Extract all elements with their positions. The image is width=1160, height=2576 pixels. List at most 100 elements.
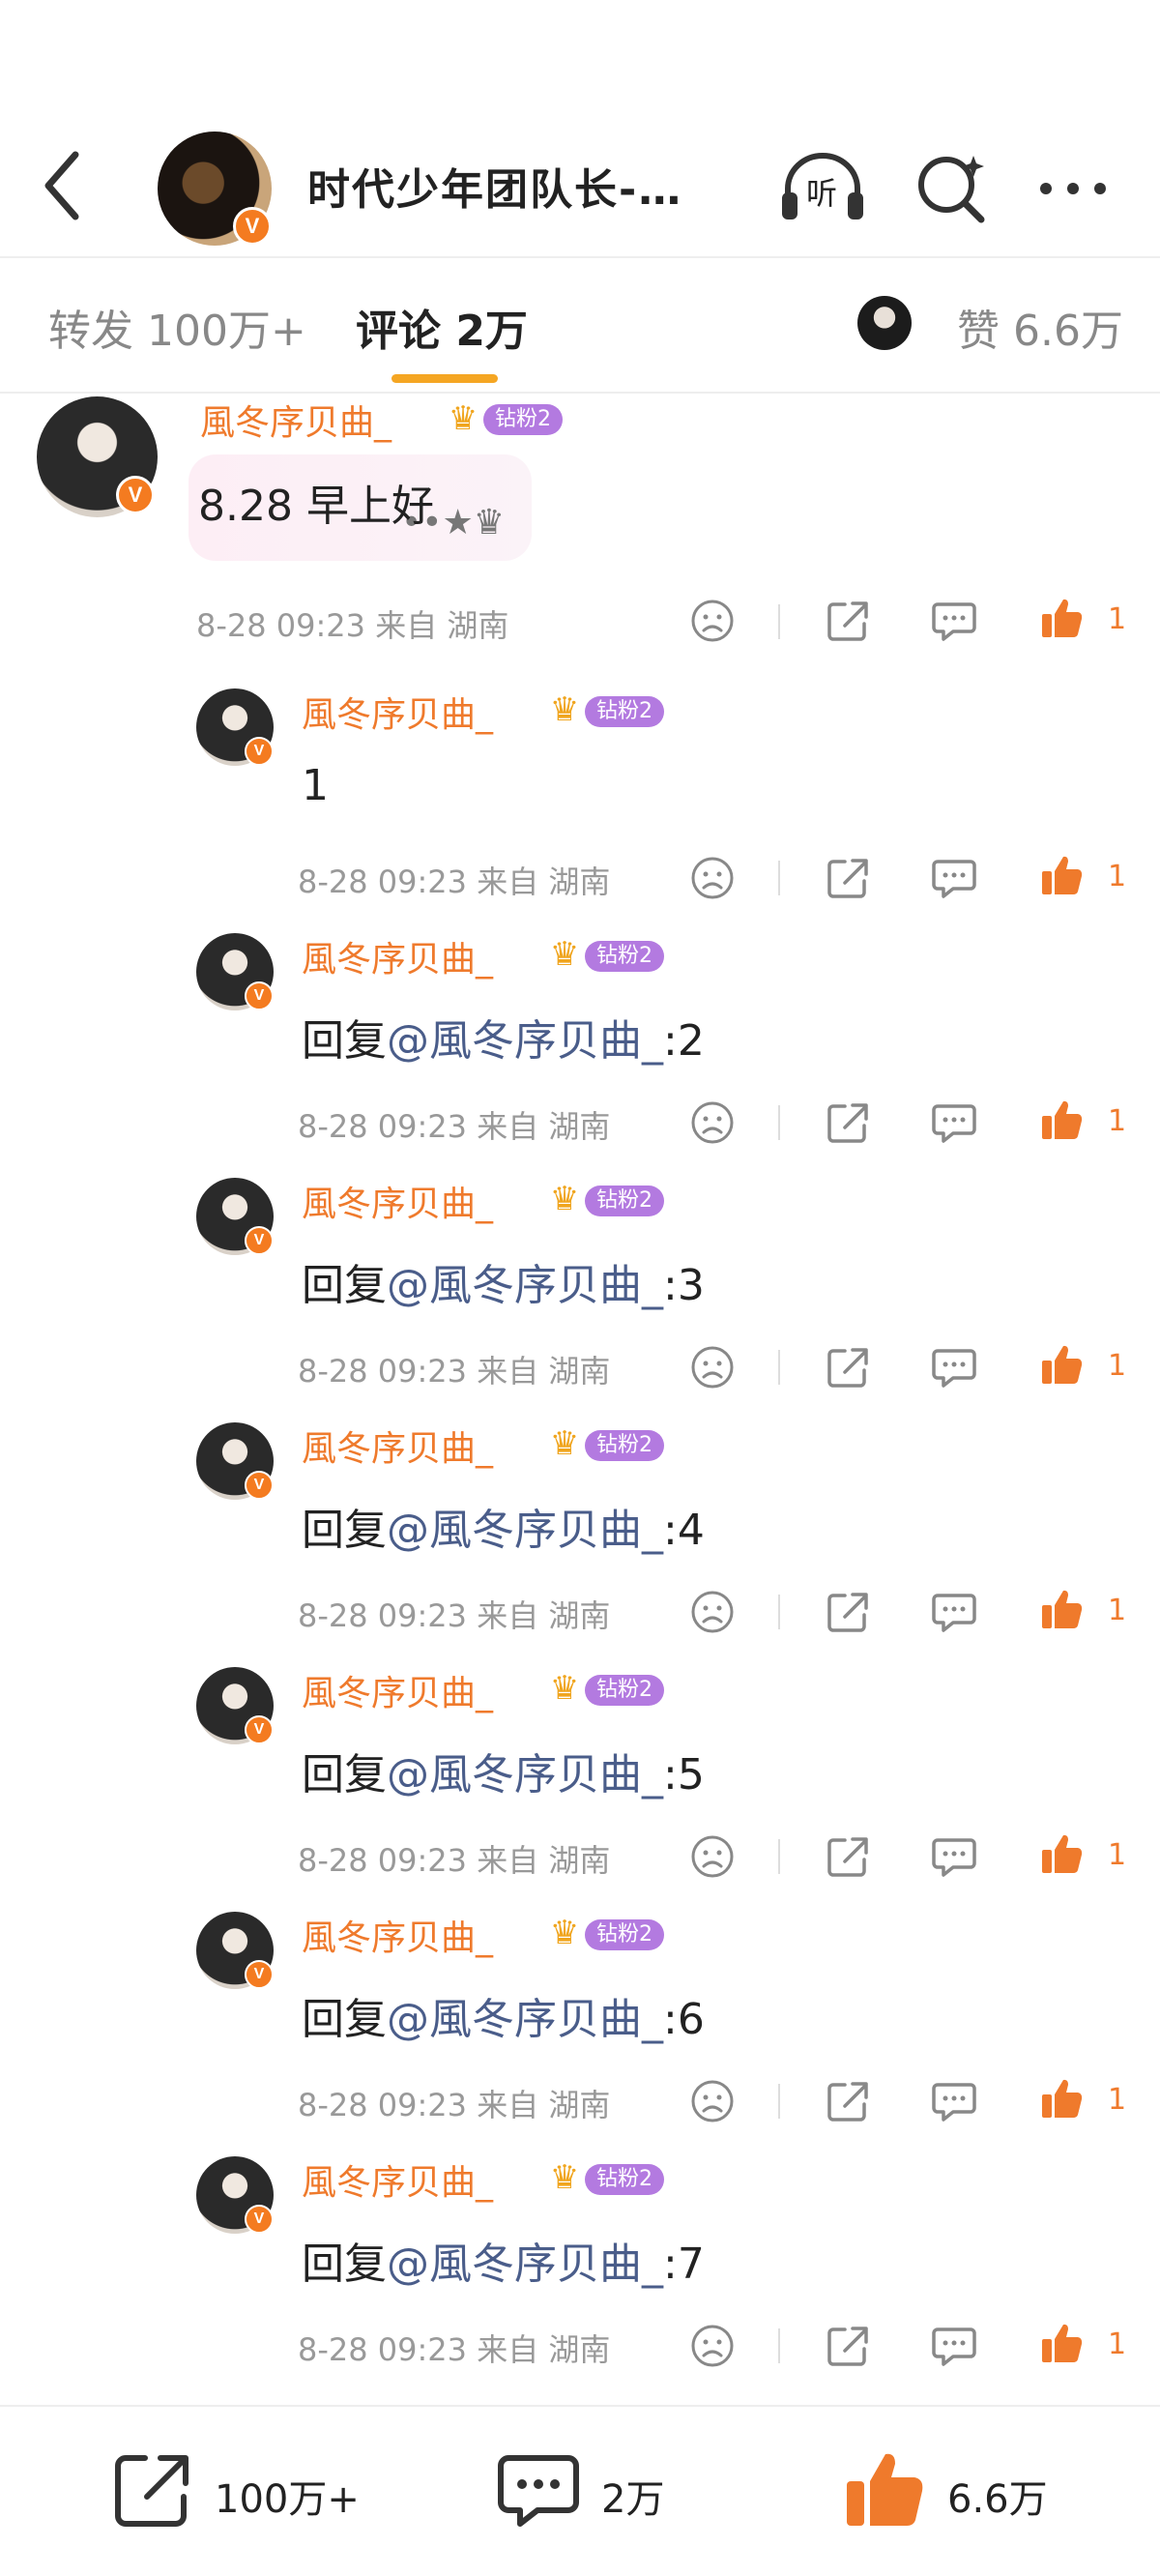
thumbs-up-icon[interactable] <box>1037 852 1086 900</box>
mention-link[interactable]: @風冬序贝曲_ <box>387 1995 663 2044</box>
username[interactable]: 風冬序贝曲_ <box>302 2154 493 2205</box>
avatar[interactable]: V <box>196 1912 274 1989</box>
headphones-icon[interactable]: 听 <box>778 150 867 227</box>
thumbs-up-icon[interactable] <box>1037 2320 1086 2368</box>
comment-text: 回复@風冬序贝曲_:4 <box>302 1495 705 1557</box>
page-title[interactable]: 时代少年团队长-… <box>307 155 682 217</box>
comment-bubble-icon[interactable] <box>930 1343 978 1391</box>
thumbs-up-icon[interactable] <box>1037 2075 1086 2123</box>
action-separator <box>778 1839 780 1874</box>
sad-face-icon[interactable] <box>688 1098 737 1147</box>
reply-suffix: :4 <box>663 1506 705 1555</box>
like-count: 1 <box>1108 2083 1127 2117</box>
fan-badge[interactable]: 钻粉2 <box>585 2164 664 2195</box>
verified-badge: V <box>245 737 274 766</box>
comment-bubble-icon[interactable] <box>930 2322 978 2370</box>
back-arrow-icon[interactable] <box>37 147 95 224</box>
action-separator <box>778 861 780 895</box>
sad-face-icon[interactable] <box>688 1343 737 1391</box>
comment-meta: 8-28 09:23 来自 湖南 <box>298 1842 611 1879</box>
fan-badge[interactable]: 钻粉2 <box>585 1675 664 1706</box>
share-icon[interactable] <box>824 2322 872 2370</box>
username[interactable]: 風冬序贝曲_ <box>302 1665 493 1715</box>
thumbs-up-icon[interactable] <box>1037 1586 1086 1634</box>
reply-prefix: 回复 <box>302 1261 387 1310</box>
fan-badge[interactable]: 钻粉2 <box>585 941 664 972</box>
comment-bubble-icon[interactable] <box>930 597 978 645</box>
share-icon[interactable] <box>824 1832 872 1881</box>
comment-meta: 8-28 09:23 来自 湖南 <box>298 864 611 900</box>
like-count: 1 <box>1108 1104 1127 1138</box>
comment-bubble-icon[interactable] <box>930 854 978 902</box>
reply-prefix: 回复 <box>302 1506 387 1555</box>
thumbs-up-icon <box>847 2453 923 2526</box>
share-icon[interactable] <box>824 597 872 645</box>
username[interactable]: 風冬序贝曲_ <box>302 1420 493 1471</box>
tab-comments[interactable]: 评论 2万 <box>356 296 528 358</box>
avatar[interactable]: V <box>196 933 274 1010</box>
avatar[interactable]: V <box>196 2156 274 2234</box>
sad-face-icon[interactable] <box>688 854 737 902</box>
avatar[interactable]: V <box>196 1422 274 1500</box>
username[interactable]: 風冬序贝曲_ <box>302 931 493 981</box>
crown-icon: ♛ <box>549 1424 580 1463</box>
thumbs-up-icon[interactable] <box>1037 1830 1086 1879</box>
comment-button[interactable]: 2万 <box>495 2446 708 2533</box>
crown-icon: ♛ <box>549 1180 580 1218</box>
search-sparkle-icon[interactable] <box>914 150 991 227</box>
comment-text: 回复@風冬序贝曲_:6 <box>302 1984 705 2046</box>
verified-badge: V <box>245 1471 274 1500</box>
sad-face-icon[interactable] <box>688 2077 737 2125</box>
share-icon[interactable] <box>824 1588 872 1636</box>
tab-reposts[interactable]: 转发 100万+ <box>48 296 306 358</box>
mention-link[interactable]: @風冬序贝曲_ <box>387 1261 663 1310</box>
crown-icon: ♛ <box>549 935 580 974</box>
fan-badge[interactable]: 钻粉2 <box>585 1919 664 1950</box>
top-bar: V 时代少年团队长-… 听 <box>0 116 1160 256</box>
username[interactable]: 風冬序贝曲_ <box>302 1910 493 1960</box>
thumbs-up-icon[interactable] <box>1037 595 1086 643</box>
avatar[interactable]: V <box>196 688 274 766</box>
share-icon[interactable] <box>824 2077 872 2125</box>
comment-bubble-icon[interactable] <box>930 1098 978 1147</box>
mention-link[interactable]: @風冬序贝曲_ <box>387 1506 663 1555</box>
action-separator <box>778 1350 780 1385</box>
avatar[interactable]: V <box>196 1178 274 1255</box>
comment-bubble-icon[interactable] <box>930 2077 978 2125</box>
like-button[interactable]: 6.6万 <box>841 2446 1054 2533</box>
action-separator <box>778 1105 780 1140</box>
sad-face-icon[interactable] <box>688 1832 737 1881</box>
mention-link[interactable]: @風冬序贝曲_ <box>387 1016 663 1066</box>
action-separator <box>778 604 780 639</box>
username[interactable]: 風冬序贝曲_ <box>302 1176 493 1226</box>
repost-button[interactable]: 100万+ <box>108 2446 398 2533</box>
fan-badge[interactable]: 钻粉2 <box>585 1186 664 1216</box>
tab-likes[interactable]: 赞 6.6万 <box>957 296 1123 358</box>
username[interactable]: 風冬序贝曲_ <box>200 395 392 445</box>
fan-badge[interactable]: 钻粉2 <box>585 1430 664 1461</box>
sad-face-icon[interactable] <box>688 1588 737 1636</box>
fan-badge[interactable]: 钻粉2 <box>585 696 664 727</box>
author-avatar[interactable]: V <box>158 132 272 246</box>
comment-text: 回复@風冬序贝曲_:7 <box>302 2229 705 2291</box>
thumbs-up-icon[interactable] <box>1037 1341 1086 1390</box>
comment-bubble-icon[interactable] <box>930 1588 978 1636</box>
tab-bar: 转发 100万+ 评论 2万 赞 6.6万 <box>0 261 1160 392</box>
avatar[interactable]: V <box>37 396 158 517</box>
share-icon[interactable] <box>824 1098 872 1147</box>
comment-bubble-icon[interactable] <box>930 1832 978 1881</box>
mention-link[interactable]: @風冬序贝曲_ <box>387 2239 663 2289</box>
action-separator <box>778 2328 780 2363</box>
thumbs-up-icon[interactable] <box>1037 1097 1086 1145</box>
sad-face-icon[interactable] <box>688 2322 737 2370</box>
comment-meta: 8-28 09:23 来自 湖南 <box>298 1108 611 1145</box>
username[interactable]: 風冬序贝曲_ <box>302 687 493 737</box>
sad-face-icon[interactable] <box>688 597 737 645</box>
like-count: 1 <box>1108 1838 1127 1872</box>
share-icon[interactable] <box>824 854 872 902</box>
mention-link[interactable]: @風冬序贝曲_ <box>387 1750 663 1800</box>
fan-badge[interactable]: 钻粉2 <box>483 404 563 435</box>
avatar[interactable]: V <box>196 1667 274 1744</box>
share-icon[interactable] <box>824 1343 872 1391</box>
more-dots-icon[interactable] <box>1034 169 1112 208</box>
